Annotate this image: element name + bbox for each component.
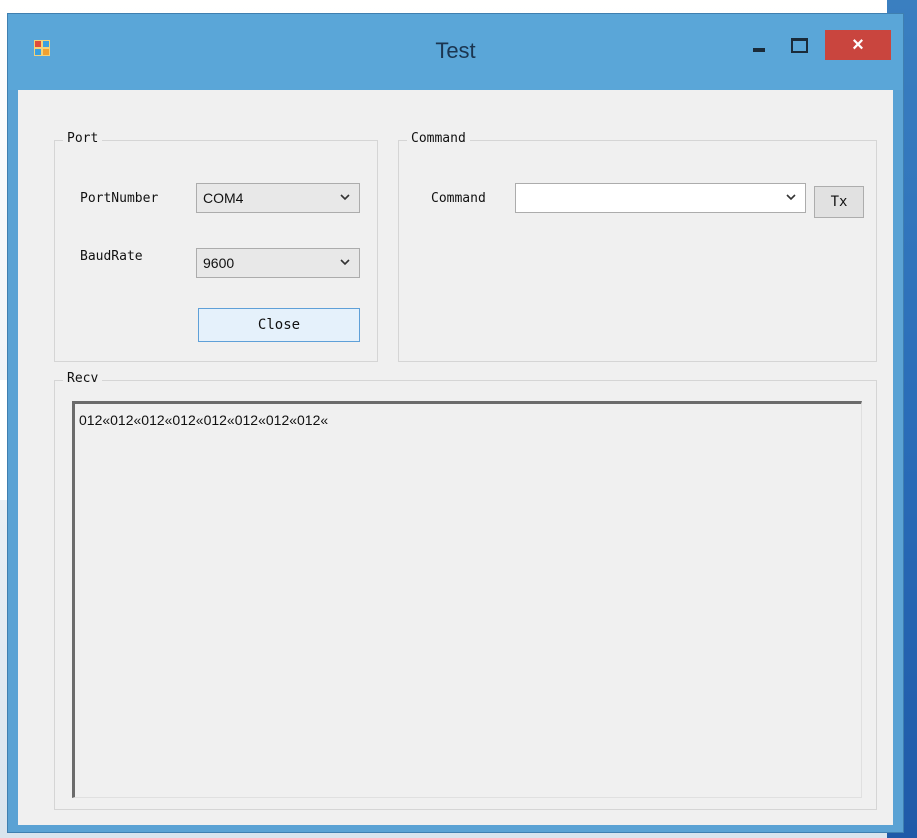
maximize-icon[interactable] — [784, 30, 814, 60]
minimize-icon[interactable] — [744, 30, 774, 60]
chevron-down-icon — [785, 191, 797, 203]
port-number-value: COM4 — [203, 190, 244, 206]
chevron-down-icon — [339, 256, 351, 268]
command-group-label: Command — [407, 131, 470, 146]
port-number-dropdown[interactable]: COM4 — [196, 183, 360, 213]
close-icon[interactable]: × — [825, 30, 891, 60]
close-button[interactable]: Close — [198, 308, 360, 342]
command-group: Command — [398, 131, 877, 362]
command-label: Command — [431, 191, 486, 206]
chevron-down-icon — [339, 191, 351, 203]
command-input[interactable] — [515, 183, 806, 213]
tx-button[interactable]: Tx — [814, 186, 864, 218]
recv-text: 012«012«012«012«012«012«012«012« — [79, 412, 329, 428]
port-number-label: PortNumber — [80, 191, 159, 206]
baud-rate-value: 9600 — [203, 255, 235, 271]
port-group-label: Port — [63, 131, 103, 146]
recv-group-label: Recv — [63, 371, 103, 386]
baud-rate-label: BaudRate — [80, 249, 143, 264]
baud-rate-dropdown[interactable]: 9600 — [196, 248, 360, 278]
recv-textbox[interactable]: 012«012«012«012«012«012«012«012« — [72, 401, 862, 798]
test-window: Test × Port PortNumber COM4 BaudRate 960… — [7, 13, 904, 833]
title-bar[interactable]: Test × — [8, 14, 903, 90]
